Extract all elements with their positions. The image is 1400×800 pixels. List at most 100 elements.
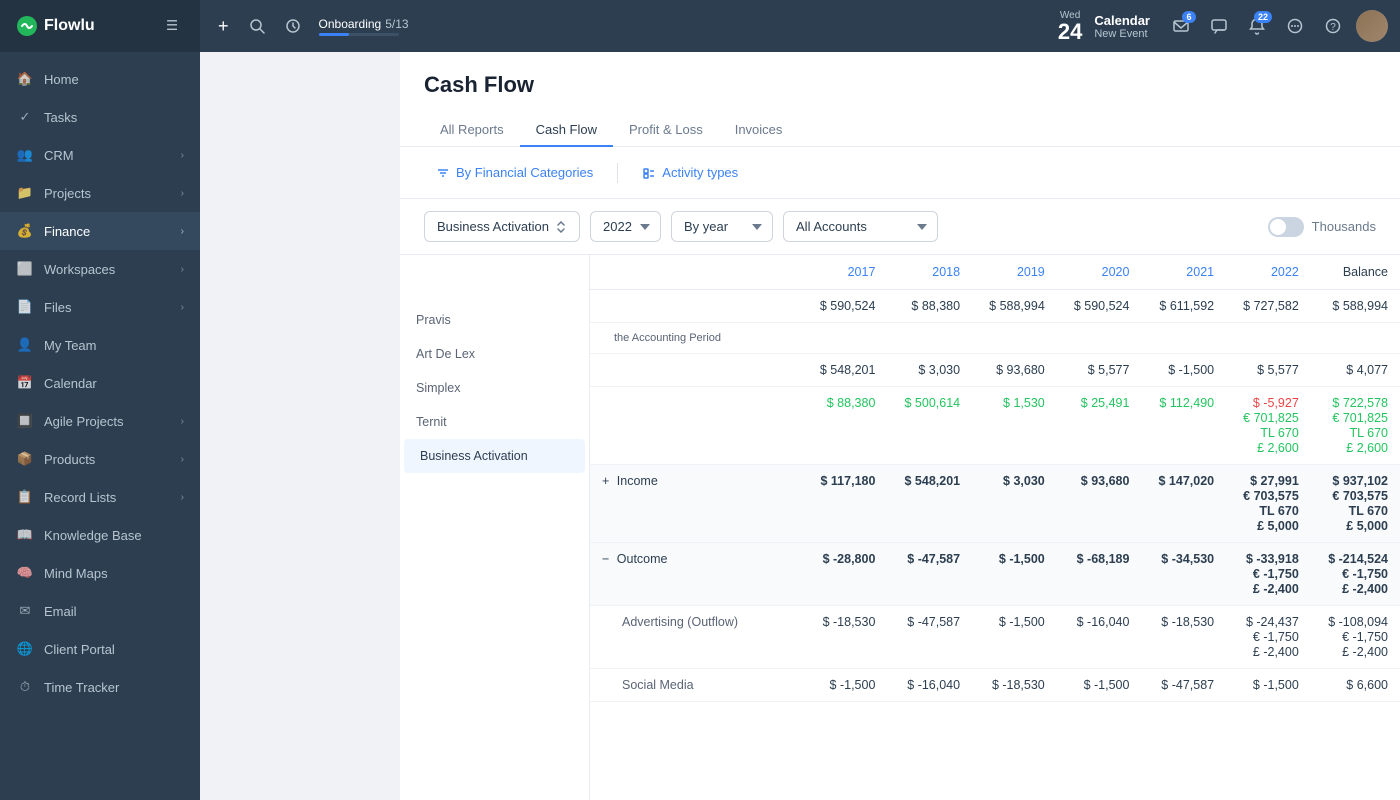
chevron-icon-crm: › (181, 150, 184, 161)
advertising-2021: $ -18,530 (1141, 606, 1226, 669)
email-icon: ✉ (16, 602, 34, 620)
activity-types-button[interactable]: Activity types (630, 159, 750, 186)
calendar-block[interactable]: Calendar New Event (1094, 13, 1150, 40)
income-2017: $ 117,180 (803, 465, 888, 543)
notifications-button[interactable]: 22 (1242, 11, 1272, 41)
sidebar-item-label-email: Email (44, 604, 184, 619)
income-2019: $ 3,030 (972, 465, 1057, 543)
add-button[interactable]: + (212, 10, 235, 43)
outcome-2021: $ -34,530 (1141, 543, 1226, 606)
sidebar-item-agile[interactable]: 🔲 Agile Projects › (0, 402, 200, 440)
social-media-2020: $ -1,500 (1057, 669, 1142, 702)
col-header-2018[interactable]: 2018 (887, 255, 972, 290)
outcome-2019: $ -1,500 (972, 543, 1057, 606)
filter-separator (617, 163, 618, 183)
col-header-2019[interactable]: 2019 (972, 255, 1057, 290)
col-header-2020[interactable]: 2020 (1057, 255, 1142, 290)
social-media-label: Social Media (590, 669, 803, 702)
thousands-switch[interactable] (1268, 217, 1304, 237)
comments-button[interactable] (1204, 11, 1234, 41)
by-financial-categories-button[interactable]: By Financial Categories (424, 159, 605, 186)
sidebar-item-workspaces[interactable]: ⬜ Workspaces › (0, 250, 200, 288)
tab-invoices[interactable]: Invoices (719, 114, 799, 147)
sidebar-item-email[interactable]: ✉ Email (0, 592, 200, 630)
social-media-2017: $ -1,500 (803, 669, 888, 702)
sidebar-item-knowledge[interactable]: 📖 Knowledge Base (0, 516, 200, 554)
sidebar-item-finance[interactable]: 💰 Finance › (0, 212, 200, 250)
toggle-knob (1270, 219, 1286, 235)
sidebar-item-label-crm: CRM (44, 148, 171, 163)
sidebar-item-home[interactable]: 🏠 Home (0, 60, 200, 98)
user-avatar[interactable] (1356, 10, 1388, 42)
sidebar-item-label-files: Files (44, 300, 171, 315)
col-header-label (590, 255, 803, 290)
crm-icon: 👥 (16, 146, 34, 164)
account-item-ternit[interactable]: Ternit (400, 405, 589, 439)
onboarding-progress-fill (319, 33, 349, 36)
main-content: Cash Flow All Reports Cash Flow Profit &… (400, 52, 1400, 800)
tab-cash-flow[interactable]: Cash Flow (520, 114, 613, 147)
year-select[interactable]: 202220212020201920182017 (590, 211, 661, 242)
date-display: Wed 24 (1058, 10, 1082, 43)
accounts-list-sidebar: Pravis Art De Lex Simplex Ternit Busines… (400, 255, 590, 800)
income-label[interactable]: + Income (590, 465, 803, 543)
row-accounting-label: the Accounting Period (590, 323, 803, 354)
search-button[interactable] (243, 12, 271, 40)
cell-2018: $ 500,614 (887, 387, 972, 465)
income-2018: $ 548,201 (887, 465, 972, 543)
sidebar-item-calendar[interactable]: 📅 Calendar (0, 364, 200, 402)
sidebar-item-my-team[interactable]: 👤 My Team (0, 326, 200, 364)
onboarding-block[interactable]: Onboarding 5/13 (319, 17, 409, 36)
sidebar-item-record-lists[interactable]: 📋 Record Lists › (0, 478, 200, 516)
tab-profit-loss[interactable]: Profit & Loss (613, 114, 719, 147)
tab-all-reports[interactable]: All Reports (424, 114, 520, 147)
account-item-artdelex[interactable]: Art De Lex (400, 337, 589, 371)
sidebar-collapse-button[interactable]: ☰ (160, 12, 184, 40)
sidebar-item-time-tracker[interactable]: ⏱ Time Tracker (0, 668, 200, 706)
help-button[interactable]: ? (1318, 11, 1348, 41)
home-icon: 🏠 (16, 70, 34, 88)
period-select[interactable]: By yearBy quarterBy month (671, 211, 773, 242)
thousands-toggle: Thousands (1268, 217, 1376, 237)
social-media-balance: $ 6,600 (1311, 669, 1400, 702)
projects-icon: 📁 (16, 184, 34, 202)
advertising-row: Advertising (Outflow) $ -18,530 $ -47,58… (590, 606, 1400, 669)
business-activation-button[interactable]: Business Activation (424, 211, 580, 242)
sidebar-item-label-tasks: Tasks (44, 110, 184, 125)
content-header: Cash Flow All Reports Cash Flow Profit &… (400, 52, 1400, 147)
income-2020: $ 93,680 (1057, 465, 1142, 543)
sidebar-item-products[interactable]: 📦 Products › (0, 440, 200, 478)
logo[interactable]: Flowlu (16, 15, 95, 37)
col-header-2022[interactable]: 2022 (1226, 255, 1311, 290)
quick-add-button[interactable] (279, 12, 307, 40)
filter-icon (436, 166, 450, 180)
email-button[interactable]: 6 (1166, 11, 1196, 41)
help-icon: ? (1324, 17, 1342, 35)
calendar-icon: 📅 (16, 374, 34, 392)
social-media-row: Social Media $ -1,500 $ -16,040 $ -18,53… (590, 669, 1400, 702)
account-item-business-activation[interactable]: Business Activation (404, 439, 585, 473)
cell-2017: $ 590,524 (803, 290, 888, 323)
chat-button[interactable] (1280, 11, 1310, 41)
account-item-simplex[interactable]: Simplex (400, 371, 589, 405)
sidebar-item-tasks[interactable]: ✓ Tasks (0, 98, 200, 136)
sidebar-item-files[interactable]: 📄 Files › (0, 288, 200, 326)
cell-balance: $ 4,077 (1311, 354, 1400, 387)
account-item-pravis[interactable]: Pravis (400, 303, 589, 337)
finance-icon: 💰 (16, 222, 34, 240)
sidebar-item-mind-maps[interactable]: 🧠 Mind Maps (0, 554, 200, 592)
sidebar: Flowlu ☰ 🏠 Home ✓ Tasks 👥 CRM › 📁 Projec… (0, 0, 200, 800)
sidebar-item-crm[interactable]: 👥 CRM › (0, 136, 200, 174)
onboarding-label: Onboarding 5/13 (319, 17, 409, 31)
row-label (590, 354, 803, 387)
cell-2019: $ 588,994 (972, 290, 1057, 323)
tasks-icon: ✓ (16, 108, 34, 126)
accounts-select[interactable]: All AccountsPravisArt De LexSimplexTerni… (783, 211, 938, 242)
outcome-label[interactable]: − Outcome (590, 543, 803, 606)
cell-2017: $ 88,380 (803, 387, 888, 465)
sidebar-item-projects[interactable]: 📁 Projects › (0, 174, 200, 212)
cell-balance: $ 588,994 (1311, 290, 1400, 323)
col-header-2017[interactable]: 2017 (803, 255, 888, 290)
col-header-2021[interactable]: 2021 (1141, 255, 1226, 290)
sidebar-item-client-portal[interactable]: 🌐 Client Portal (0, 630, 200, 668)
